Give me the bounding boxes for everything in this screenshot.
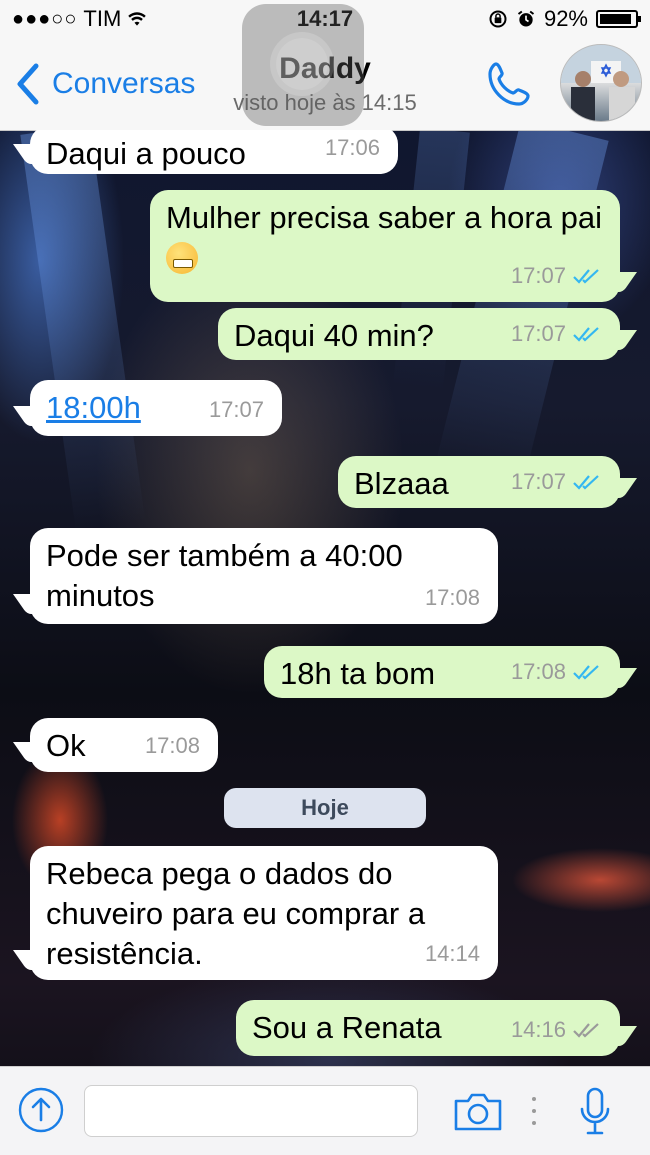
message-time: 17:07 <box>208 397 264 422</box>
message-meta: 17:08 <box>145 726 200 766</box>
contact-avatar[interactable] <box>560 44 642 122</box>
message-text: Rebeca pega o dados do chuveiro para eu … <box>46 856 426 971</box>
back-button-label: Conversas <box>52 67 196 100</box>
message-input[interactable] <box>84 1085 418 1137</box>
message-time: 14:14 <box>424 941 480 966</box>
message-meta: 17:07 <box>511 256 602 296</box>
back-button[interactable]: Conversas <box>14 62 195 106</box>
double-check-read-icon <box>573 269 599 284</box>
avatar-photo <box>561 45 641 121</box>
navigation-header: ●●●○○ TIM 14:17 92% Conversas Daddy vist… <box>0 0 650 131</box>
message-incoming[interactable]: Daqui a pouco 17:06 <box>30 130 398 174</box>
message-list[interactable]: Daqui a pouco 17:06 Mulher precisa saber… <box>0 130 650 1066</box>
message-incoming[interactable]: Rebeca pega o dados do chuveiro para eu … <box>30 846 498 980</box>
message-outgoing[interactable]: Daqui 40 min? 17:07 <box>218 308 620 360</box>
message-time: 17:07 <box>510 321 566 346</box>
message-time: 17:08 <box>424 585 480 610</box>
message-incoming[interactable]: Ok 17:08 <box>30 718 218 772</box>
message-outgoing[interactable]: Blzaaa 17:07 <box>338 456 620 508</box>
double-check-read-icon <box>573 665 599 680</box>
message-time: 17:07 <box>510 469 566 494</box>
assistive-touch-button[interactable] <box>242 4 364 126</box>
separator-dots <box>532 1097 536 1125</box>
time-link[interactable]: 18:00h <box>46 390 141 425</box>
message-meta: 17:07 <box>511 314 602 354</box>
message-meta: 17:08 <box>511 652 602 692</box>
alarm-icon <box>517 10 535 27</box>
rotation-lock-icon <box>489 10 507 28</box>
battery-icon <box>596 10 641 28</box>
message-meta: 17:08 <box>425 578 480 618</box>
phone-icon[interactable] <box>484 58 536 110</box>
double-check-delivered-icon <box>573 1023 599 1038</box>
message-composer <box>0 1066 650 1155</box>
date-separator: Hoje <box>224 788 426 828</box>
message-meta: 17:07 <box>511 462 602 502</box>
message-meta: 17:07 <box>209 390 264 430</box>
message-text: Blzaaa <box>354 466 449 501</box>
message-outgoing[interactable]: Sou a Renata 14:16 <box>236 1000 620 1056</box>
camera-icon[interactable] <box>452 1089 504 1133</box>
battery-percentage: 92% <box>543 6 588 31</box>
upload-arrow-icon[interactable] <box>18 1087 64 1133</box>
battery-level-fill <box>600 14 631 24</box>
message-outgoing[interactable]: 18h ta bom 17:08 <box>264 646 620 698</box>
double-check-read-icon <box>573 327 599 342</box>
message-text: Sou a Renata <box>252 1010 442 1045</box>
message-incoming[interactable]: 18:00h 17:07 <box>30 380 282 436</box>
chevron-left-icon <box>17 63 39 105</box>
message-outgoing[interactable]: Mulher precisa saber a hora pai 17:07 <box>150 190 620 302</box>
double-check-read-icon <box>573 475 599 490</box>
message-meta: 14:16 <box>511 1010 602 1050</box>
message-time: 17:06 <box>324 135 380 160</box>
message-time: 17:07 <box>510 263 566 288</box>
message-text: Daqui a pouco <box>46 136 246 171</box>
message-text: Mulher precisa saber a hora pai <box>166 200 602 235</box>
microphone-icon[interactable] <box>578 1085 612 1139</box>
message-text: Pode ser também a 40:00 minutos <box>46 538 403 613</box>
message-time: 17:08 <box>510 659 566 684</box>
message-text: Daqui 40 min? <box>234 318 434 353</box>
message-meta: 14:14 <box>425 934 480 974</box>
message-incoming[interactable]: Pode ser também a 40:00 minutos 17:08 <box>30 528 498 624</box>
message-text: 18h ta bom <box>280 656 436 691</box>
system-status: 92% <box>488 6 641 32</box>
message-meta: 17:06 <box>325 130 380 168</box>
message-time: 17:08 <box>144 733 200 758</box>
message-time: 14:16 <box>510 1017 566 1042</box>
grimacing-face-emoji-icon <box>166 241 198 274</box>
message-text: Ok <box>46 728 86 763</box>
